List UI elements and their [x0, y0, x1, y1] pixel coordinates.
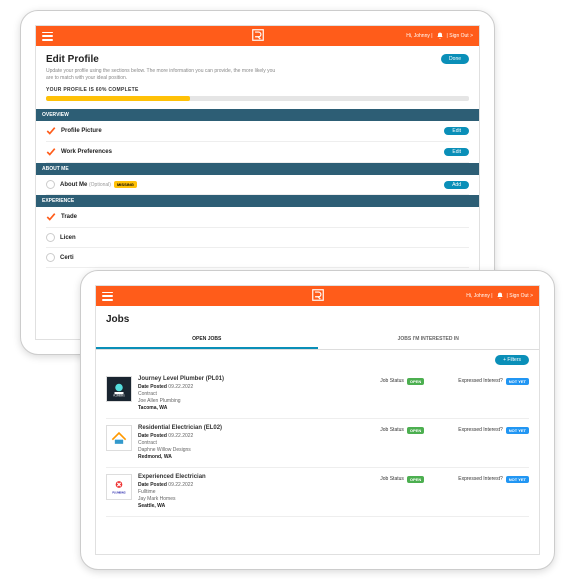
progress-fill: [46, 96, 190, 101]
check-icon: [46, 126, 56, 136]
tab-open-jobs[interactable]: OPEN JOBS: [96, 331, 318, 349]
notyet-badge[interactable]: NOT YET: [506, 476, 529, 483]
page-title: Jobs: [106, 314, 529, 325]
page-subtitle: Update your profile using the sections b…: [46, 68, 276, 81]
svg-text:PLUMBING: PLUMBING: [112, 492, 125, 495]
job-info: Experienced Electrician Date Posted 09.2…: [138, 474, 374, 510]
job-status: Job Status OPEN: [380, 474, 452, 510]
notyet-badge[interactable]: NOT YET: [506, 378, 529, 385]
company-logo: [106, 425, 132, 451]
job-title[interactable]: Experienced Electrician: [138, 474, 374, 480]
missing-badge: MISSING: [114, 181, 137, 188]
section-experience: EXPERIENCE: [36, 195, 479, 207]
tablet-jobs: Hi, Johnny | | Sign Out > Jobs OPEN JOBS…: [80, 270, 555, 570]
progress-label: YOUR PROFILE IS 60% COMPLETE: [46, 87, 469, 93]
edit-button[interactable]: Edit: [444, 127, 469, 135]
tabs: OPEN JOBS JOBS I'M INTERESTED IN: [96, 331, 539, 350]
bell-icon[interactable]: [496, 292, 504, 300]
job-row: PLUMBING Experienced Electrician Date Po…: [106, 468, 529, 517]
company-logo: PLUMBING: [106, 376, 132, 402]
filters-button[interactable]: + Filters: [495, 355, 529, 365]
row-certifications: Certi: [46, 248, 469, 268]
logo-icon: [311, 288, 325, 304]
empty-circle-icon: [46, 253, 55, 262]
greeting: Hi, Johnny |: [466, 293, 492, 299]
job-status: Job Status OPEN: [380, 376, 452, 412]
job-row: PLUMBING Journey Level Plumber (PL01) Da…: [106, 370, 529, 419]
tab-interested[interactable]: JOBS I'M INTERESTED IN: [318, 331, 540, 349]
jobs-body: Jobs OPEN JOBS JOBS I'M INTERESTED IN + …: [96, 306, 539, 525]
job-info: Journey Level Plumber (PL01) Date Posted…: [138, 376, 374, 412]
job-title[interactable]: Journey Level Plumber (PL01): [138, 376, 374, 382]
job-interest: Expressed Interest? NOT YET: [458, 474, 529, 510]
empty-circle-icon: [46, 180, 55, 189]
done-button[interactable]: Done: [441, 54, 469, 64]
app-header: Hi, Johnny | | Sign Out >: [96, 286, 539, 306]
empty-circle-icon: [46, 233, 55, 242]
row-label: Profile Picture: [61, 128, 102, 134]
job-status: Job Status OPEN: [380, 425, 452, 461]
job-interest: Expressed Interest? NOT YET: [458, 376, 529, 412]
open-badge: OPEN: [407, 378, 424, 385]
signout-link[interactable]: | Sign Out >: [507, 293, 533, 299]
job-interest: Expressed Interest? NOT YET: [458, 425, 529, 461]
row-label: About Me (Optional): [60, 182, 111, 188]
row-work-preferences: Work Preferences Edit: [46, 142, 469, 163]
row-profile-picture: Profile Picture Edit: [46, 121, 469, 142]
row-about-me: About Me (Optional) MISSING Add: [46, 175, 469, 195]
job-row: Residential Electrician (EL02) Date Post…: [106, 419, 529, 468]
row-trades: Trade: [46, 207, 469, 228]
menu-icon[interactable]: [102, 292, 113, 301]
row-label: Certi: [60, 255, 74, 261]
section-overview: OVERVIEW: [36, 109, 479, 121]
header-right: Hi, Johnny | | Sign Out >: [466, 292, 533, 300]
open-badge: OPEN: [407, 476, 424, 483]
check-icon: [46, 212, 56, 222]
section-about: ABOUT ME: [36, 163, 479, 175]
job-title[interactable]: Residential Electrician (EL02): [138, 425, 374, 431]
edit-button[interactable]: Edit: [444, 148, 469, 156]
menu-icon[interactable]: [42, 32, 53, 41]
page-title: Edit Profile: [46, 54, 276, 65]
svg-text:PLUMBING: PLUMBING: [113, 396, 125, 398]
screen-jobs: Hi, Johnny | | Sign Out > Jobs OPEN JOBS…: [95, 285, 540, 555]
row-label: Licen: [60, 235, 76, 241]
signout-link[interactable]: | Sign Out >: [447, 33, 473, 39]
row-label: Trade: [61, 214, 77, 220]
logo-icon: [251, 28, 265, 44]
open-badge: OPEN: [407, 427, 424, 434]
job-info: Residential Electrician (EL02) Date Post…: [138, 425, 374, 461]
header-right: Hi, Johnny | | Sign Out >: [406, 32, 473, 40]
row-label: Work Preferences: [61, 149, 112, 155]
progress-bar: [46, 96, 469, 101]
notyet-badge[interactable]: NOT YET: [506, 427, 529, 434]
check-icon: [46, 147, 56, 157]
add-button[interactable]: Add: [444, 181, 469, 189]
bell-icon[interactable]: [436, 32, 444, 40]
app-header: Hi, Johnny | | Sign Out >: [36, 26, 479, 46]
company-logo: PLUMBING: [106, 474, 132, 500]
profile-body: Edit Profile Update your profile using t…: [36, 46, 479, 276]
row-licenses: Licen: [46, 228, 469, 248]
greeting: Hi, Johnny |: [406, 33, 432, 39]
